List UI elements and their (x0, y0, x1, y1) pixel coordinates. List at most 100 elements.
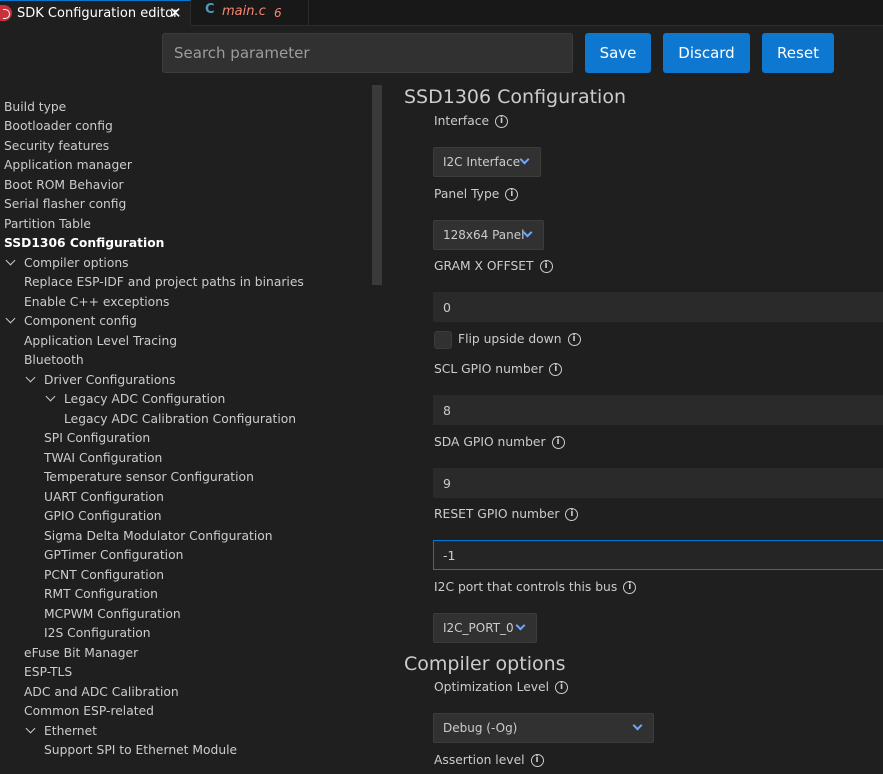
info-icon[interactable]: i (505, 187, 519, 201)
sidebar-item-gptimer-config[interactable]: GPTimer Configuration (44, 546, 183, 565)
label-text: Interface (434, 114, 490, 128)
panel-type-select[interactable]: 128x64 Panel (433, 220, 544, 250)
gram-x-offset-input[interactable] (433, 292, 883, 322)
label-text: Assertion level (434, 753, 525, 767)
field-label-i2c-port: I2C port that controls this bus i (434, 580, 637, 594)
sidebar-item-partition-table[interactable]: Partition Table (4, 215, 91, 234)
discard-button[interactable]: Discard (663, 33, 750, 73)
sidebar-item-spi-ethernet[interactable]: Support SPI to Ethernet Module (44, 741, 237, 760)
close-icon[interactable]: ✕ (169, 4, 182, 22)
flip-upside-down-checkbox[interactable] (434, 331, 452, 349)
chevron-down-icon[interactable] (5, 255, 16, 266)
section-title-compiler-options: Compiler options (404, 653, 566, 675)
sidebar-nav: Build type Bootloader config Security fe… (0, 95, 370, 774)
field-label-optimization-level: Optimization Level i (434, 680, 569, 694)
chevron-down-icon[interactable] (25, 723, 36, 734)
tab-label: main.c (222, 4, 266, 19)
chevron-down-icon[interactable] (5, 313, 16, 324)
info-icon[interactable]: i (530, 753, 544, 767)
sidebar-item-app-level-tracing[interactable]: Application Level Tracing (24, 332, 177, 351)
label-text: GRAM X OFFSET (434, 259, 534, 273)
sidebar-item-adc-calibration[interactable]: ADC and ADC Calibration (24, 683, 179, 702)
editor-tab-bar: SDK Configuration editor ✕ C main.c 6 (0, 0, 883, 26)
sidebar-item-application-manager[interactable]: Application manager (4, 156, 132, 175)
select-value: I2C Interface (443, 155, 521, 169)
tab-sdk-config-editor[interactable]: SDK Configuration editor ✕ (0, 0, 191, 26)
scl-gpio-input[interactable] (433, 395, 883, 425)
problems-count-badge: 6 (274, 6, 282, 20)
info-icon[interactable]: i (565, 507, 579, 521)
info-icon[interactable]: i (539, 259, 553, 273)
reset-gpio-input[interactable] (433, 540, 883, 570)
sidebar-item-component-config[interactable]: Component config (24, 312, 137, 331)
espressif-logo-icon (0, 5, 12, 21)
info-icon[interactable]: i (551, 435, 565, 449)
label-text: Flip upside down (458, 332, 562, 346)
sidebar-item-pcnt-config[interactable]: PCNT Configuration (44, 566, 164, 585)
field-label-scl-gpio: SCL GPIO number i (434, 362, 563, 376)
sidebar-item-rmt-config[interactable]: RMT Configuration (44, 585, 158, 604)
label-text: SCL GPIO number (434, 362, 544, 376)
label-text: Optimization Level (434, 680, 550, 694)
sidebar-item-twai-config[interactable]: TWAI Configuration (44, 449, 162, 468)
sidebar-item-boot-rom-behavior[interactable]: Boot ROM Behavior (4, 176, 124, 195)
sidebar-item-ethernet[interactable]: Ethernet (44, 722, 97, 741)
sidebar-item-serial-flasher-config[interactable]: Serial flasher config (4, 195, 126, 214)
label-text: Panel Type (434, 187, 500, 201)
info-icon[interactable]: i (495, 114, 509, 128)
sidebar-item-replace-paths[interactable]: Replace ESP-IDF and project paths in bin… (24, 273, 304, 292)
sidebar-item-common-esp[interactable]: Common ESP-related (24, 702, 154, 721)
sidebar-item-legacy-adc-calibration[interactable]: Legacy ADC Calibration Configuration (64, 410, 296, 429)
select-value: I2C_PORT_0 (443, 621, 514, 635)
label-text: SDA GPIO number (434, 435, 546, 449)
optimization-level-select[interactable]: Debug (-Og) (433, 713, 654, 743)
search-input[interactable] (162, 33, 573, 73)
sidebar-item-uart-config[interactable]: UART Configuration (44, 488, 164, 507)
field-label-interface: Interface i (434, 114, 509, 128)
select-value: Debug (-Og) (443, 721, 518, 735)
field-label-flip: Flip upside down i (458, 332, 581, 346)
sidebar-item-build-type[interactable]: Build type (4, 98, 66, 117)
sidebar-item-ssd1306-configuration[interactable]: SSD1306 Configuration (4, 234, 164, 253)
save-button[interactable]: Save (585, 33, 651, 73)
config-panel: SSD1306 Configuration Interface i I2C Int… (390, 84, 883, 774)
info-icon[interactable]: i (549, 362, 563, 376)
sidebar-item-esp-tls[interactable]: ESP-TLS (24, 663, 72, 682)
chevron-down-icon (519, 154, 530, 165)
field-label-reset-gpio: RESET GPIO number i (434, 507, 579, 521)
sidebar-scrollbar[interactable] (372, 85, 382, 285)
field-label-panel-type: Panel Type i (434, 187, 519, 201)
field-label-assertion-level: Assertion level i (434, 753, 544, 767)
sidebar-item-i2s-config[interactable]: I2S Configuration (44, 624, 151, 643)
sidebar-item-efuse[interactable]: eFuse Bit Manager (24, 644, 138, 663)
chevron-down-icon (515, 620, 526, 631)
tab-main-c[interactable]: C main.c (191, 0, 309, 26)
chevron-down-icon[interactable] (45, 391, 56, 402)
interface-select[interactable]: I2C Interface (433, 147, 541, 177)
sidebar-item-spi-config[interactable]: SPI Configuration (44, 429, 150, 448)
info-icon[interactable]: i (555, 680, 569, 694)
chevron-down-icon (632, 720, 643, 731)
sidebar-item-bootloader-config[interactable]: Bootloader config (4, 117, 113, 136)
sidebar-item-gpio-config[interactable]: GPIO Configuration (44, 507, 162, 526)
sidebar-item-driver-configurations[interactable]: Driver Configurations (44, 371, 176, 390)
sidebar-item-temperature-sensor[interactable]: Temperature sensor Configuration (44, 468, 254, 487)
sidebar-item-bluetooth[interactable]: Bluetooth (24, 351, 84, 370)
sidebar-item-cpp-exceptions[interactable]: Enable C++ exceptions (24, 293, 169, 312)
sidebar-item-security-features[interactable]: Security features (4, 137, 109, 156)
sidebar-item-sigma-delta[interactable]: Sigma Delta Modulator Configuration (44, 527, 273, 546)
reset-button[interactable]: Reset (762, 33, 834, 73)
i2c-port-select[interactable]: I2C_PORT_0 (433, 613, 537, 643)
chevron-down-icon[interactable] (25, 372, 36, 383)
sda-gpio-input[interactable] (433, 468, 883, 498)
info-icon[interactable]: i (623, 580, 637, 594)
c-file-icon: C (205, 2, 215, 17)
select-value: 128x64 Panel (443, 228, 525, 242)
sidebar-item-legacy-adc-config[interactable]: Legacy ADC Configuration (64, 390, 225, 409)
field-label-sda-gpio: SDA GPIO number i (434, 435, 565, 449)
sidebar-item-mcpwm-config[interactable]: MCPWM Configuration (44, 605, 181, 624)
sidebar-item-compiler-options[interactable]: Compiler options (24, 254, 129, 273)
tab-label: SDK Configuration editor (17, 6, 179, 21)
info-icon[interactable]: i (567, 332, 581, 346)
label-text: RESET GPIO number (434, 507, 560, 521)
